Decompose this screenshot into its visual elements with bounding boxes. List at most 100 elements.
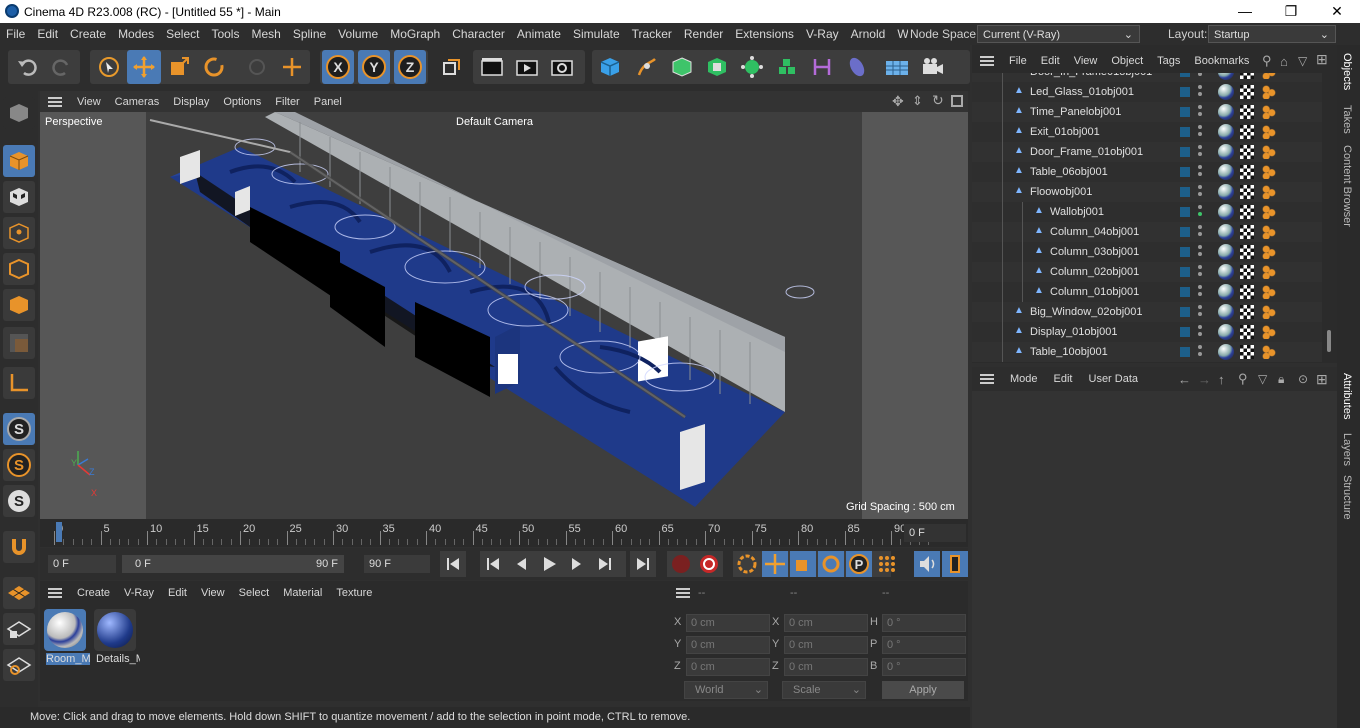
deformer-button[interactable]	[770, 50, 804, 84]
layer-color-swatch[interactable]	[1180, 227, 1190, 237]
frame-range-slider[interactable]: 0 F 90 F	[122, 555, 344, 573]
material-tag-icon[interactable]	[1218, 324, 1234, 340]
start-frame-field[interactable]: 0 F	[48, 555, 116, 573]
timeline-button[interactable]	[942, 551, 968, 577]
hamburger-menu-icon[interactable]	[676, 588, 690, 598]
key-point-level-button[interactable]	[874, 551, 900, 577]
tab-content-browser[interactable]: Content Browser	[1341, 145, 1353, 227]
environment-button[interactable]	[840, 50, 874, 84]
previous-frame-button[interactable]	[508, 551, 534, 577]
texture-tag-icon[interactable]	[1240, 145, 1254, 159]
lock-workplane-button[interactable]	[3, 613, 35, 645]
visibility-dots-icon[interactable]	[1198, 225, 1202, 229]
material-tag-icon[interactable]	[1218, 204, 1234, 220]
layer-color-swatch[interactable]	[1180, 307, 1190, 317]
rotate-tool-button[interactable]	[197, 50, 231, 84]
viewport-menu-panel[interactable]: Panel	[307, 96, 349, 108]
phong-tag-icon[interactable]	[1262, 105, 1276, 119]
playhead[interactable]	[56, 522, 62, 542]
object-row[interactable]: ▲ Table_10obj001	[972, 342, 1322, 362]
attributes-menu-user-data[interactable]: User Data	[1081, 373, 1147, 385]
texture-tag-icon[interactable]	[1240, 185, 1254, 199]
material-swatch[interactable]	[44, 609, 86, 651]
material-swatch[interactable]	[94, 609, 136, 651]
object-name[interactable]: Big_Window_02obj001	[1030, 306, 1143, 318]
magnet-tool-button[interactable]	[3, 531, 35, 563]
object-row[interactable]: ▲ Floowobj001	[972, 182, 1322, 202]
play-button[interactable]	[536, 551, 562, 577]
object-name[interactable]: Column_03obj001	[1050, 246, 1139, 258]
object-row[interactable]: ▲ Time_Panelobj001	[972, 102, 1322, 122]
quantize-button[interactable]: S	[3, 485, 35, 517]
cube-object-button[interactable]	[593, 50, 627, 84]
object-name[interactable]: Column_04obj001	[1050, 226, 1139, 238]
menu-arnold[interactable]: Arnold	[845, 27, 892, 41]
texture-tag-icon[interactable]	[1240, 165, 1254, 179]
layer-color-swatch[interactable]	[1180, 167, 1190, 177]
layer-color-swatch[interactable]	[1180, 247, 1190, 257]
object-tree-scrollbar[interactable]	[1327, 330, 1331, 352]
layer-color-swatch[interactable]	[1180, 267, 1190, 277]
material-menu-edit[interactable]: Edit	[161, 587, 194, 599]
new-panel-icon[interactable]: ⊞	[1316, 51, 1328, 68]
phong-tag-icon[interactable]	[1262, 73, 1276, 79]
object-name[interactable]: Door_In_Frame01obj001	[1030, 73, 1152, 78]
rotation-p-field[interactable]: 0 °	[882, 636, 966, 654]
workplane-button[interactable]	[3, 577, 35, 609]
cloner-button[interactable]	[735, 50, 769, 84]
tab-attributes[interactable]: Attributes	[1341, 373, 1353, 419]
size-x-field[interactable]: 0 cm	[784, 614, 868, 632]
current-frame-field[interactable]: 0 F	[904, 524, 966, 542]
material-menu-texture[interactable]: Texture	[329, 587, 379, 599]
scale-tool-button[interactable]	[162, 50, 196, 84]
redo-button[interactable]	[45, 50, 79, 84]
menu-character[interactable]: Character	[446, 27, 511, 41]
phong-tag-icon[interactable]	[1262, 225, 1276, 239]
node-space-select[interactable]: Current (V-Ray) ⌄	[977, 25, 1140, 43]
material-tag-icon[interactable]	[1218, 124, 1234, 140]
texture-mode-button[interactable]	[3, 181, 35, 213]
previous-key-button[interactable]	[480, 551, 506, 577]
phong-tag-icon[interactable]	[1262, 85, 1276, 99]
hamburger-menu-icon[interactable]	[980, 56, 994, 66]
make-editable-button[interactable]	[3, 97, 35, 129]
move-view-icon[interactable]: ✥	[892, 93, 904, 110]
menu-tracker[interactable]: Tracker	[626, 27, 678, 41]
sound-button[interactable]	[914, 551, 940, 577]
layer-color-swatch[interactable]	[1180, 287, 1190, 297]
up-arrow-icon[interactable]: ↑	[1218, 372, 1225, 387]
object-name[interactable]: Table_06obj001	[1030, 166, 1108, 178]
menu-volume[interactable]: Volume	[332, 27, 384, 41]
position-x-field[interactable]: 0 cm	[686, 614, 770, 632]
visibility-dots-icon[interactable]	[1198, 265, 1202, 269]
viewport-menu-cameras[interactable]: Cameras	[108, 96, 167, 108]
material-tag-icon[interactable]	[1218, 84, 1234, 100]
menu-winc[interactable]: Winc ▸	[891, 27, 908, 41]
texture-tag-icon[interactable]	[1240, 225, 1254, 239]
visibility-dots-icon[interactable]	[1198, 325, 1202, 329]
menu-tools[interactable]: Tools	[205, 27, 245, 41]
object-menu-edit[interactable]: Edit	[1034, 55, 1067, 67]
key-position-button[interactable]	[762, 551, 788, 577]
menu-extensions[interactable]: Extensions	[729, 27, 800, 41]
next-frame-button[interactable]	[564, 551, 590, 577]
tab-objects[interactable]: Objects	[1341, 53, 1353, 90]
object-row[interactable]: ▲ Display_01obj001	[972, 322, 1322, 342]
layer-color-swatch[interactable]	[1180, 207, 1190, 217]
axis-mode-button[interactable]	[3, 367, 35, 399]
object-name[interactable]: Floowobj001	[1030, 186, 1092, 198]
point-mode-button[interactable]	[3, 217, 35, 249]
go-to-end-button[interactable]	[630, 551, 656, 577]
texture-tag-icon[interactable]	[1240, 305, 1254, 319]
object-row[interactable]: ▲ Door_Frame_01obj001	[972, 142, 1322, 162]
object-name[interactable]: Column_01obj001	[1050, 286, 1139, 298]
object-name[interactable]: Column_02obj001	[1050, 266, 1139, 278]
search-icon[interactable]: ⚲	[1238, 371, 1248, 387]
render-view-button[interactable]	[475, 50, 509, 84]
object-menu-bookmarks[interactable]: Bookmarks	[1187, 55, 1256, 67]
menu-select[interactable]: Select	[160, 27, 205, 41]
object-name[interactable]: Led_Glass_01obj001	[1030, 86, 1134, 98]
attributes-menu-edit[interactable]: Edit	[1046, 373, 1081, 385]
phong-tag-icon[interactable]	[1262, 205, 1276, 219]
viewport-menu-view[interactable]: View	[70, 96, 108, 108]
